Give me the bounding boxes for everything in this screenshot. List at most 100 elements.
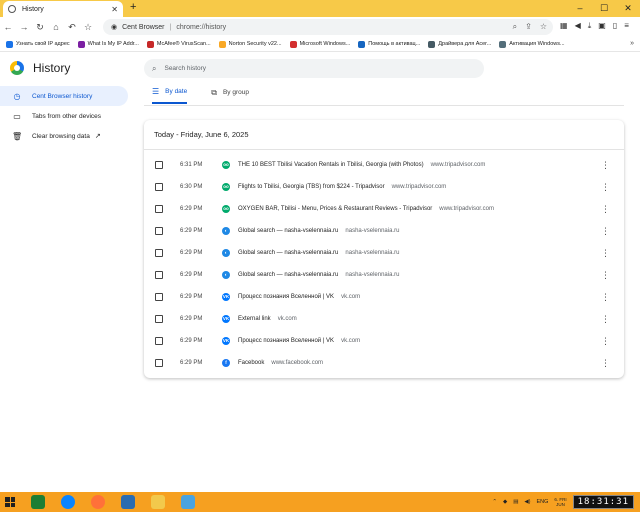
history-entry[interactable]: 6:30 PM oo Flights to Tbilisi, Georgia (TB… (144, 176, 624, 198)
generic-app-button[interactable] (176, 493, 200, 511)
file-explorer-app-icon (151, 495, 165, 509)
entry-title[interactable]: Процесс познания Вселенной | VK (238, 294, 334, 300)
entry-time: 6:29 PM (180, 338, 203, 344)
entry-title[interactable]: Global search — nasha-vselennaia.ru (238, 250, 338, 256)
tab-close-icon[interactable]: ✕ (111, 5, 118, 14)
browser-tab-history[interactable]: History ✕ (3, 1, 123, 17)
tray-app-icon[interactable]: ◆ (503, 499, 507, 505)
menu-icon[interactable]: ≡ (624, 21, 629, 31)
more-actions-icon[interactable]: ⋮ (601, 248, 610, 259)
more-actions-icon[interactable]: ⋮ (601, 182, 610, 193)
vk-icon: VK (222, 315, 230, 323)
more-actions-icon[interactable]: ⋮ (601, 292, 610, 303)
entry-title[interactable]: OXYGEN BAR, Tbilisi - Menu, Prices & Res… (238, 206, 432, 212)
entry-title[interactable]: Flights to Tbilisi, Georgia (TBS) from $… (238, 184, 385, 190)
file-explorer-app-button[interactable] (146, 493, 170, 511)
bookmarks-overflow-icon[interactable]: » (630, 40, 634, 47)
excel-app-button[interactable] (26, 493, 50, 511)
bookmark-item[interactable]: McAfee® VirusScan... (146, 40, 211, 48)
share-icon[interactable]: ⇪ (525, 22, 532, 32)
history-entry[interactable]: 6:29 PM VK Процесс познания Вселенной | VK… (144, 330, 624, 352)
extensions-icon[interactable]: ▣ (598, 21, 606, 31)
star-icon[interactable]: ☆ (540, 22, 547, 32)
entry-title[interactable]: Процесс познания Вселенной | VK (238, 338, 334, 344)
language-indicator[interactable]: ENG (536, 499, 548, 505)
cent-browser-app-button[interactable] (116, 493, 140, 511)
zoom-search-icon[interactable]: ⌕ (513, 22, 517, 32)
bookmark-item[interactable]: Узнать свой IP адрес (6, 40, 70, 48)
home-icon[interactable]: ⌂ (48, 22, 64, 32)
entry-title[interactable]: External link (238, 316, 271, 322)
entry-checkbox[interactable] (155, 205, 163, 213)
sidebar-toggle-icon[interactable]: ▯ (613, 21, 617, 31)
tray-arrow-icon[interactable]: ⌃ (492, 499, 497, 505)
trash-icon: 🗑 (12, 131, 23, 141)
undo-close-icon[interactable]: ↶ (64, 22, 80, 33)
back-icon[interactable]: ← (0, 22, 16, 32)
more-actions-icon[interactable]: ⋮ (601, 358, 610, 369)
bookmark-star-icon[interactable]: ☆ (80, 22, 96, 33)
entry-checkbox[interactable] (155, 249, 163, 257)
bookmark-item[interactable]: What Is My IP Addr... (77, 40, 139, 48)
history-entry[interactable]: 6:29 PM ◐ Global search — nasha-vselennaia… (144, 242, 624, 264)
more-actions-icon[interactable]: ⋮ (601, 336, 610, 347)
entry-title[interactable]: THE 10 BEST Tbilisi Vacation Rentals in … (238, 162, 424, 168)
search-history-field[interactable]: ⌕ Search history (144, 59, 484, 78)
history-entry[interactable]: 6:29 PM VK External link vk.com ⋮ (144, 308, 624, 330)
sidebar-item-clear-data[interactable]: 🗑 Clear browsing data ↗ (0, 126, 128, 146)
entry-checkbox[interactable] (155, 315, 163, 323)
firefox-app-button[interactable] (86, 493, 110, 511)
new-tab-button[interactable]: + (130, 1, 136, 13)
bookmark-item[interactable]: Microsoft Windows... (289, 40, 350, 48)
tab-by-date[interactable]: ☰ By date (152, 87, 188, 104)
bookmark-item[interactable]: Активация Windows... (499, 40, 565, 48)
network-icon[interactable]: ▤ (513, 499, 518, 505)
history-entry[interactable]: 6:29 PM VK Процесс познания Вселенной | VK… (144, 286, 624, 308)
bookmark-item[interactable]: Драйвера для Acer... (428, 40, 491, 48)
entry-title[interactable]: Global search — nasha-vselennaia.ru (238, 228, 338, 234)
entry-title[interactable]: Global search — nasha-vselennaia.ru (238, 272, 338, 278)
site-info-icon[interactable]: ◉ (111, 23, 117, 31)
maximize-icon[interactable]: ☐ (592, 0, 616, 17)
more-actions-icon[interactable]: ⋮ (601, 270, 610, 281)
more-actions-icon[interactable]: ⋮ (601, 160, 610, 171)
reload-icon[interactable]: ↻ (32, 22, 48, 33)
view-tabs: ☰ By date ⧉ By group (152, 87, 273, 104)
qr-icon[interactable]: ▦ (560, 21, 568, 31)
minimize-icon[interactable]: – (568, 0, 592, 17)
clock[interactable]: 18:31:31 (572, 495, 634, 509)
address-bar[interactable]: ◉ Cent Browser | chrome://history ⌕ ⇪ ☆ (103, 19, 553, 35)
sidebar-item-history[interactable]: ◷ Cent Browser history (0, 86, 128, 106)
date-indicator[interactable]: 6. FRI JUN (554, 497, 566, 507)
entry-title[interactable]: Facebook (238, 360, 264, 366)
entry-checkbox[interactable] (155, 271, 163, 279)
omnibox-url[interactable]: chrome://history (176, 24, 226, 31)
entry-checkbox[interactable] (155, 227, 163, 235)
start-button[interactable] (0, 492, 20, 512)
download-icon[interactable]: ⤓ (588, 21, 592, 31)
history-entry[interactable]: 6:29 PM ◐ Global search — nasha-vselennaia… (144, 264, 624, 286)
entry-checkbox[interactable] (155, 183, 163, 191)
history-entry[interactable]: 6:31 PM oo THE 10 BEST Tbilisi Vacation Re… (144, 154, 624, 176)
history-entry[interactable]: 6:29 PM ◐ Global search — nasha-vselennaia… (144, 220, 624, 242)
entry-checkbox[interactable] (155, 359, 163, 367)
bookmark-item[interactable]: Помощь в активац... (358, 40, 420, 48)
volume-icon[interactable]: ◀) (524, 499, 530, 505)
history-entry[interactable]: 6:29 PM oo OXYGEN BAR, Tbilisi - Menu, Pri… (144, 198, 624, 220)
edge-app-button[interactable] (56, 493, 80, 511)
more-actions-icon[interactable]: ⋮ (601, 226, 610, 237)
entry-time: 6:29 PM (180, 360, 203, 366)
sidebar-item-other-devices[interactable]: ▭ Tabs from other devices (0, 106, 128, 126)
more-actions-icon[interactable]: ⋮ (601, 314, 610, 325)
history-entry[interactable]: 6:29 PM f Facebook www.facebook.com ⋮ (144, 352, 624, 374)
tab-by-group[interactable]: ⧉ By group (211, 87, 249, 104)
forward-icon[interactable]: → (16, 22, 32, 32)
more-actions-icon[interactable]: ⋮ (601, 204, 610, 215)
entry-checkbox[interactable] (155, 161, 163, 169)
close-window-icon[interactable]: ✕ (616, 0, 640, 17)
entry-domain: www.tripadvisor.com (391, 184, 447, 190)
mute-icon[interactable]: ◀ (575, 21, 581, 31)
entry-checkbox[interactable] (155, 337, 163, 345)
entry-checkbox[interactable] (155, 293, 163, 301)
bookmark-item[interactable]: Norton Security v22... (218, 40, 282, 48)
